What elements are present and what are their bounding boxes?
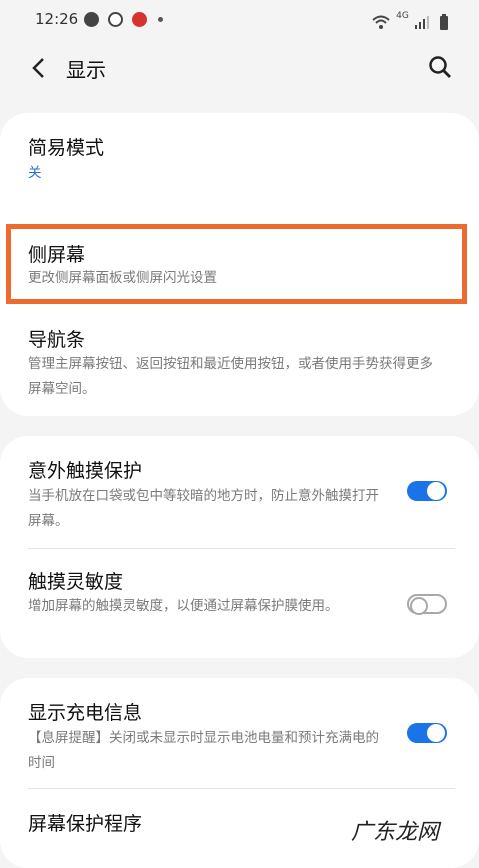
status-icons-right: 4G bbox=[371, 11, 449, 30]
list-item-navigation-bar[interactable]: 导航条 管理主屏幕按钮、返回按钮和最近使用按钮，或者使用手势获得更多屏幕空间。 bbox=[0, 311, 479, 416]
list-item-easy-mode[interactable]: 简易模式 关 bbox=[0, 113, 479, 213]
watermark: 广东龙网 bbox=[350, 820, 439, 845]
search-icon[interactable] bbox=[427, 54, 453, 80]
list-item-accidental-touch[interactable]: 意外触摸保护 当手机放在口袋或包中等较暗的地方时，防止意外触摸打开屏幕。 bbox=[0, 436, 479, 548]
item-subtitle: 【息屏提醒】关闭或未显示时显示电池电量和预计充满电的时间 bbox=[28, 730, 379, 771]
item-status: 关 bbox=[28, 165, 42, 181]
item-subtitle: 增加屏幕的触摸灵敏度，以便通过屏幕保护膜使用。 bbox=[28, 598, 339, 614]
item-subtitle: 管理主屏幕按钮、返回按钮和最近使用按钮，或者使用手势获得更多屏幕空间。 bbox=[28, 356, 433, 397]
chevron-left-icon[interactable] bbox=[26, 55, 52, 81]
list-item-touch-sensitivity[interactable]: 触摸灵敏度 增加屏幕的触摸灵敏度，以便通过屏幕保护膜使用。 bbox=[0, 549, 479, 658]
item-title: 意外触摸保护 bbox=[28, 460, 143, 482]
charging-info-toggle[interactable] bbox=[407, 723, 447, 743]
status-time: 12:26 bbox=[35, 10, 79, 28]
item-title: 显示充电信息 bbox=[28, 702, 143, 724]
touch-sensitivity-toggle[interactable] bbox=[407, 594, 447, 615]
item-subtitle: 当手机放在口袋或包中等较暗的地方时，防止意外触摸打开屏幕。 bbox=[28, 488, 379, 529]
list-item-charging-info[interactable]: 显示充电信息 【息屏提醒】关闭或未显示时显示电池电量和预计充满电的时间 bbox=[0, 678, 479, 788]
wifi-icon bbox=[372, 15, 390, 29]
highlight-frame bbox=[6, 224, 467, 304]
item-title: 触摸灵敏度 bbox=[28, 571, 124, 593]
signal-icon bbox=[414, 15, 429, 29]
item-title: 屏幕保护程序 bbox=[28, 813, 143, 835]
headphones-icon bbox=[132, 12, 147, 27]
battery-icon bbox=[440, 13, 448, 30]
chat-icon bbox=[84, 12, 99, 27]
app-bar: 显示 bbox=[0, 40, 479, 100]
status-bar: 12:26 4G bbox=[0, 0, 479, 40]
settings-group-2: 意外触摸保护 当手机放在口袋或包中等较暗的地方时，防止意外触摸打开屏幕。 触摸灵… bbox=[0, 436, 479, 658]
network-label: 4G bbox=[396, 11, 409, 21]
page-title: 显示 bbox=[66, 58, 106, 82]
music-icon bbox=[108, 12, 123, 27]
dot-icon bbox=[158, 17, 163, 22]
accidental-touch-toggle[interactable] bbox=[407, 481, 447, 501]
item-title: 简易模式 bbox=[28, 137, 105, 159]
item-title: 导航条 bbox=[28, 329, 86, 351]
